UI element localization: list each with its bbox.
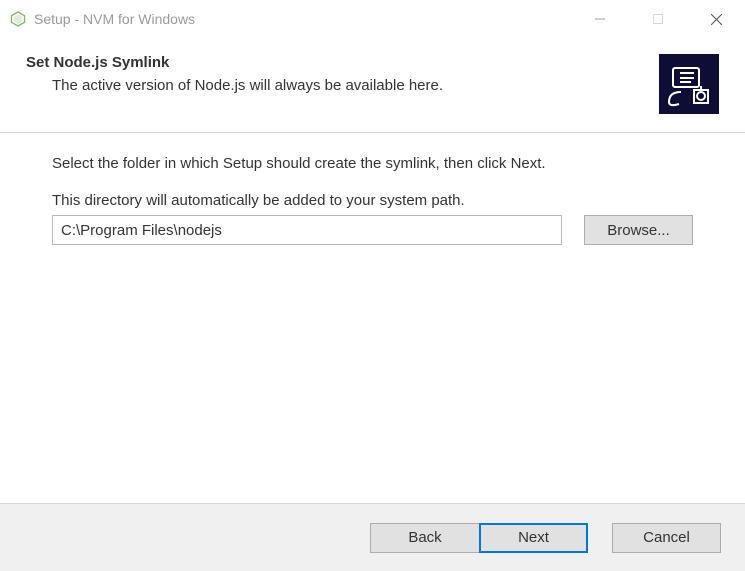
close-button[interactable] [687, 0, 745, 38]
minimize-button[interactable] [571, 0, 629, 38]
page-subtitle: The active version of Node.js will alway… [52, 77, 647, 94]
next-button[interactable]: Next [479, 523, 588, 553]
installer-icon [659, 54, 719, 114]
nav-group: Back Next [370, 523, 588, 553]
page-title: Set Node.js Symlink [26, 54, 647, 71]
path-row: Browse... [52, 215, 693, 245]
cancel-button[interactable]: Cancel [612, 523, 721, 553]
window-title: Setup - NVM for Windows [34, 11, 571, 27]
wizard-footer: Back Next Cancel [0, 503, 745, 571]
browse-button[interactable]: Browse... [584, 215, 693, 245]
path-hint-text: This directory will automatically be add… [52, 192, 693, 209]
app-icon [10, 11, 26, 27]
window-controls [571, 0, 745, 38]
header-text: Set Node.js Symlink The active version o… [26, 54, 647, 94]
maximize-button[interactable] [629, 0, 687, 38]
path-input[interactable] [52, 215, 562, 245]
wizard-header: Set Node.js Symlink The active version o… [0, 38, 745, 132]
titlebar: Setup - NVM for Windows [0, 0, 745, 38]
wizard-content: Select the folder in which Setup should … [0, 133, 745, 503]
back-button[interactable]: Back [370, 523, 479, 553]
instruction-text: Select the folder in which Setup should … [52, 155, 693, 172]
